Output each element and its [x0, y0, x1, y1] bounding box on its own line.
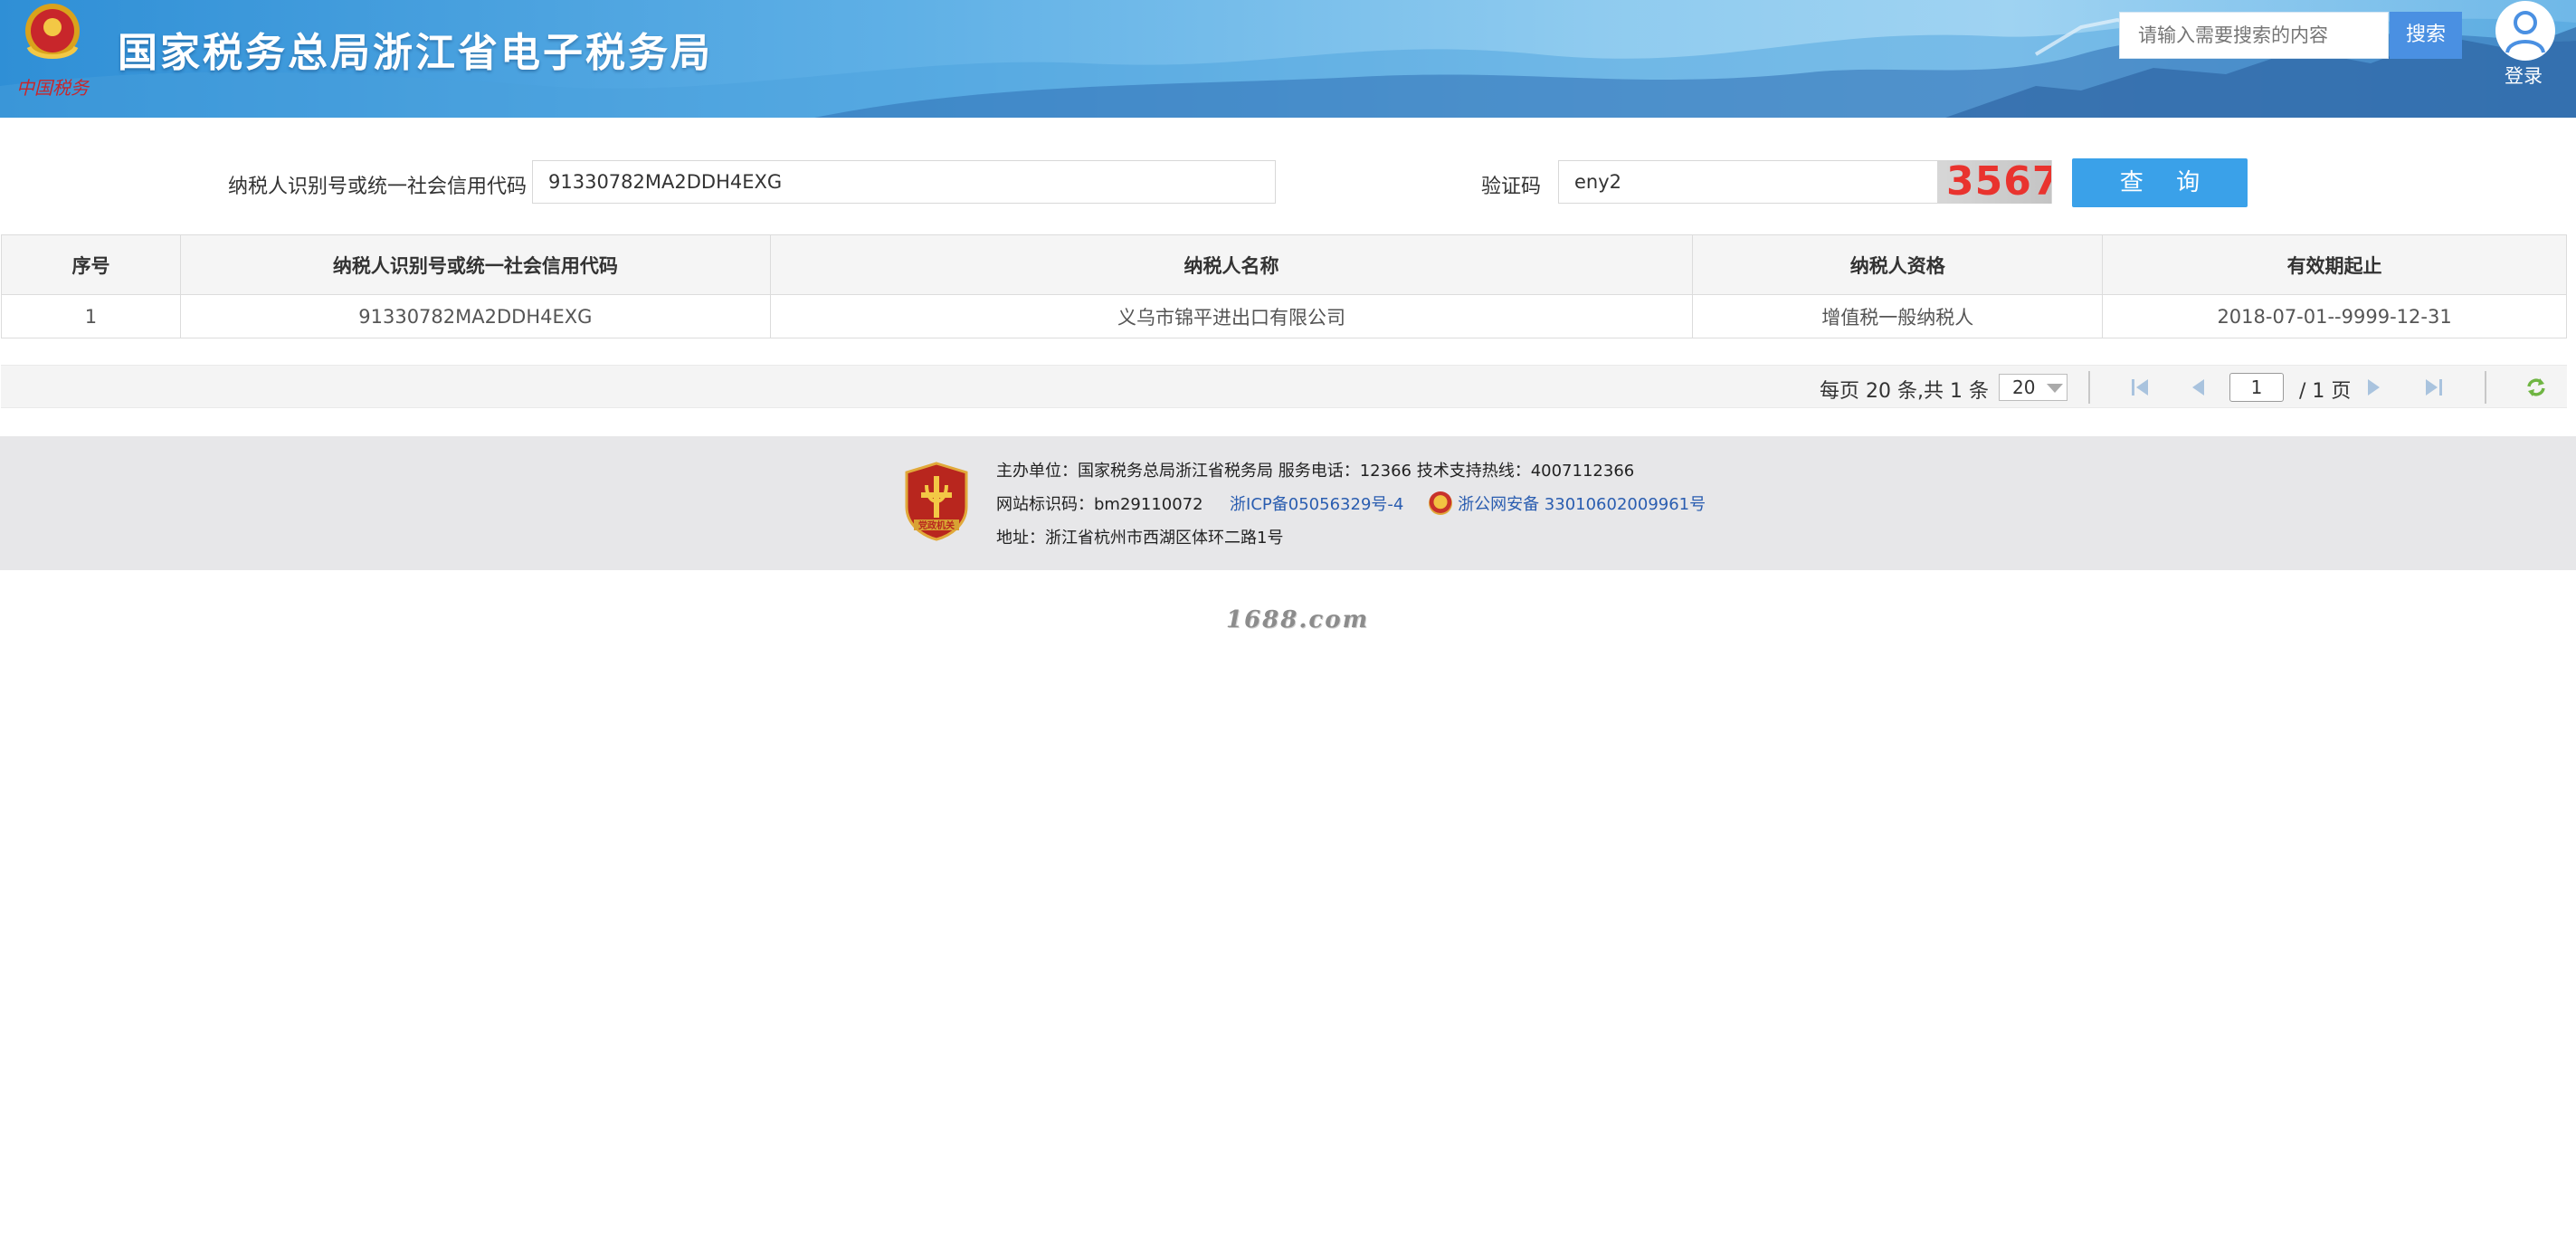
col-header-validity[interactable]: 有效期起止 [2102, 234, 2567, 295]
page-size-value: 20 [2012, 376, 2036, 398]
cell-taxpayer-id: 91330782MA2DDH4EXG [179, 294, 771, 338]
search-button[interactable]: 搜索 [2390, 12, 2462, 59]
party-badge-icon[interactable]: 党政机关 [903, 462, 970, 541]
cell-validity: 2018-07-01--9999-12-31 [2102, 294, 2567, 338]
icp-link[interactable]: 浙ICP备05056329号-4 [1230, 495, 1403, 514]
login-link[interactable]: 登录 [2505, 62, 2543, 89]
table-row[interactable]: 1 91330782MA2DDH4EXG 义乌市锦平进出口有限公司 增值税一般纳… [1, 294, 2567, 338]
captcha-image[interactable]: 3567 [1937, 160, 2051, 204]
pagination-bar: 每页 20 条,共 1 条 20 1 / 1 页 [1, 365, 2567, 408]
footer-address: 地址：浙江省杭州市西湖区体环二路1号 [996, 529, 1284, 548]
footer-site-codes: 网站标识码：bm29110072 浙ICP备05056329号-4 浙公网安备 … [996, 491, 1706, 517]
refresh-icon[interactable] [2524, 376, 2549, 398]
last-page-icon[interactable] [2420, 376, 2446, 398]
col-header-qualification[interactable]: 纳税人资格 [1692, 234, 2104, 295]
footer-sponsor-info: 主办单位：国家税务总局浙江省税务局 服务电话：12366 技术支持热线：4007… [996, 462, 1635, 481]
total-pages: / 1 页 [2299, 380, 2352, 403]
emblem-icon: 中国税务 [16, 4, 90, 99]
prev-page-icon[interactable] [2186, 376, 2211, 398]
first-page-icon[interactable] [2128, 376, 2153, 398]
watermark: 1688.com [1226, 606, 1370, 634]
pagination-summary: 每页 20 条,共 1 条 [1820, 380, 1989, 403]
col-header-taxpayer-id[interactable]: 纳税人识别号或统一社会信用代码 [179, 234, 771, 295]
taxpayer-id-label: 纳税人识别号或统一社会信用代码 [228, 176, 528, 198]
chevron-down-icon [2047, 384, 2063, 393]
user-avatar-icon[interactable] [2494, 0, 2557, 62]
site-code: 网站标识码：bm29110072 [996, 495, 1203, 514]
header-banner: 中国税务 国家税务总局浙江省电子税务局 搜索 登录 [0, 0, 2576, 118]
results-table: 序号 纳税人识别号或统一社会信用代码 纳税人名称 纳税人资格 有效期起止 1 9… [1, 234, 2567, 338]
separator [2088, 371, 2090, 404]
cell-index: 1 [1, 294, 181, 338]
captcha-label: 验证码 [1481, 176, 1542, 198]
footer: 党政机关 主办单位：国家税务总局浙江省税务局 服务电话：12366 技术支持热线… [0, 436, 2576, 570]
police-record-link[interactable]: 浙公网安备 33010602009961号 [1458, 495, 1706, 514]
table-header-row: 序号 纳税人识别号或统一社会信用代码 纳税人名称 纳税人资格 有效期起止 [1, 234, 2567, 295]
separator [2485, 371, 2486, 404]
page-size-select[interactable]: 20 [1999, 374, 2067, 401]
cell-taxpayer-name: 义乌市锦平进出口有限公司 [769, 294, 1694, 338]
current-page-input[interactable]: 1 [2229, 373, 2284, 402]
svg-text:中国税务: 中国税务 [16, 77, 90, 99]
col-header-index[interactable]: 序号 [1, 234, 181, 295]
col-header-taxpayer-name[interactable]: 纳税人名称 [769, 234, 1694, 295]
svg-text:党政机关: 党政机关 [918, 519, 955, 531]
query-button[interactable]: 查 询 [2072, 158, 2248, 207]
search-input[interactable] [2119, 12, 2389, 59]
next-page-icon[interactable] [2361, 376, 2386, 398]
site-title[interactable]: 国家税务总局浙江省电子税务局 [118, 20, 713, 78]
captcha-digits: 3567 [1946, 160, 2051, 204]
taxpayer-id-input[interactable]: 91330782MA2DDH4EXG [532, 160, 1276, 204]
police-badge-icon [1429, 491, 1453, 515]
cell-qualification: 增值税一般纳税人 [1692, 294, 2104, 338]
